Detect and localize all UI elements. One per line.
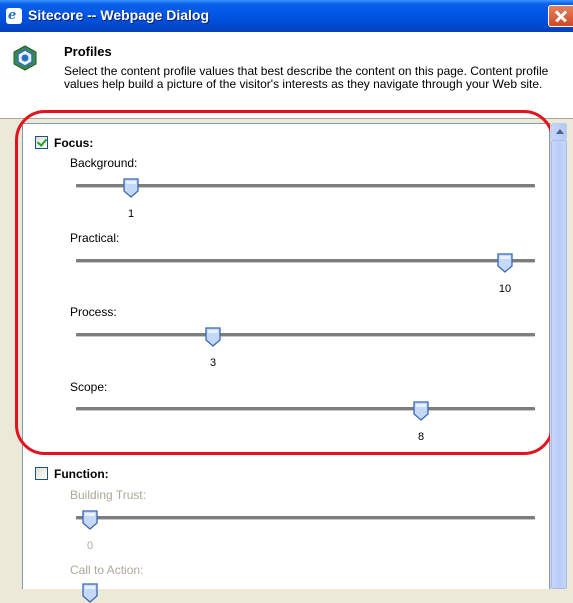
focus-checkbox[interactable] [35, 136, 48, 149]
dialog-header: Profiles Select the content profile valu… [0, 32, 573, 118]
slider-label-building-trust: Building Trust: [70, 488, 147, 502]
vertical-scrollbar[interactable] [550, 123, 567, 589]
slider-label-scope: Scope: [70, 380, 108, 394]
slider-value-scope: 8 [417, 431, 425, 443]
scrollbar-thumb[interactable] [551, 140, 567, 589]
profile-name-focus: Focus: [54, 136, 94, 150]
slider-thumb-call-to-action[interactable] [82, 583, 98, 603]
slider-value-building-trust: 0 [86, 540, 94, 552]
header-description: Select the content profile values that b… [64, 64, 549, 91]
slider-thumb-building-trust[interactable] [82, 510, 98, 530]
slider-thumb-practical[interactable] [497, 253, 513, 273]
header-divider [0, 118, 573, 119]
slider-track-background[interactable] [76, 184, 535, 188]
slider-value-practical: 10 [498, 283, 512, 295]
profiles-icon [13, 45, 37, 71]
slider-thumb-background[interactable] [123, 178, 139, 198]
slider-thumb-process[interactable] [205, 327, 221, 347]
profile-name-function: Function: [54, 467, 109, 481]
slider-label-call-to-action: Call to Action: [70, 563, 144, 577]
slider-value-process: 3 [209, 357, 217, 369]
window-title: Sitecore -- Webpage Dialog [28, 7, 209, 23]
slider-track-scope[interactable] [76, 407, 535, 411]
scroll-up-button[interactable] [551, 123, 567, 140]
slider-track-building-trust[interactable] [76, 516, 535, 520]
slider-track-practical[interactable] [76, 259, 535, 263]
slider-label-process: Process: [70, 305, 117, 319]
slider-thumb-scope[interactable] [413, 401, 429, 421]
close-button[interactable] [548, 5, 573, 27]
slider-label-background: Background: [70, 156, 138, 170]
slider-track-process[interactable] [76, 333, 535, 337]
ie-icon: e [6, 8, 22, 24]
page-title: Profiles [64, 44, 112, 59]
function-checkbox[interactable] [35, 467, 48, 480]
slider-value-background: 1 [127, 208, 135, 220]
slider-label-practical: Practical: [70, 231, 120, 245]
title-bar: e Sitecore -- Webpage Dialog [0, 0, 573, 32]
